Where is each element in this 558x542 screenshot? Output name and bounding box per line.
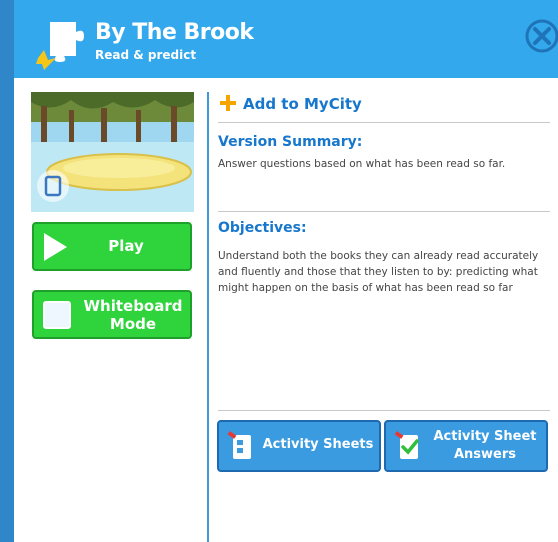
answers-label-line2: Answers bbox=[453, 447, 517, 462]
divider bbox=[218, 211, 550, 212]
version-summary-text: Answer questions based on what has been … bbox=[218, 158, 506, 170]
activity-sheet-answers-button[interactable]: Activity Sheet Answers bbox=[384, 420, 548, 472]
whiteboard-label-line2: Mode bbox=[109, 315, 157, 333]
whiteboard-icon bbox=[43, 301, 71, 329]
activity-sheet-icon bbox=[227, 431, 251, 459]
activity-sheets-button[interactable]: Activity Sheets bbox=[217, 420, 381, 472]
divider bbox=[218, 122, 550, 123]
play-icon bbox=[44, 233, 67, 261]
add-to-mycity-link[interactable]: Add to MyCity bbox=[243, 95, 362, 113]
objectives-title: Objectives: bbox=[218, 220, 307, 236]
page-title: By The Brook bbox=[95, 20, 254, 45]
answer-check-icon bbox=[394, 431, 419, 459]
answers-label-line1: Activity Sheet bbox=[433, 429, 537, 444]
page-subtitle: Read & predict bbox=[95, 48, 197, 62]
divider bbox=[218, 410, 550, 411]
activity-panel: By The Brook Read & predict Play Whitebo… bbox=[14, 0, 558, 542]
play-label: Play bbox=[108, 237, 144, 255]
whiteboard-label-line1: Whiteboard bbox=[83, 297, 183, 315]
plus-icon[interactable] bbox=[220, 95, 236, 111]
play-button[interactable]: Play bbox=[32, 222, 192, 271]
column-divider bbox=[207, 92, 209, 542]
panel-header: By The Brook Read & predict bbox=[14, 0, 558, 78]
whiteboard-mode-button[interactable]: Whiteboard Mode bbox=[32, 290, 192, 339]
objectives-text: Understand both the books they can alrea… bbox=[218, 250, 539, 294]
close-icon[interactable] bbox=[522, 16, 558, 56]
window-left-edge bbox=[0, 0, 14, 542]
activity-sheets-label: Activity Sheets bbox=[262, 437, 374, 452]
version-summary-title: Version Summary: bbox=[218, 134, 363, 150]
puzzle-icon bbox=[36, 22, 84, 70]
activity-thumbnail bbox=[31, 92, 194, 212]
